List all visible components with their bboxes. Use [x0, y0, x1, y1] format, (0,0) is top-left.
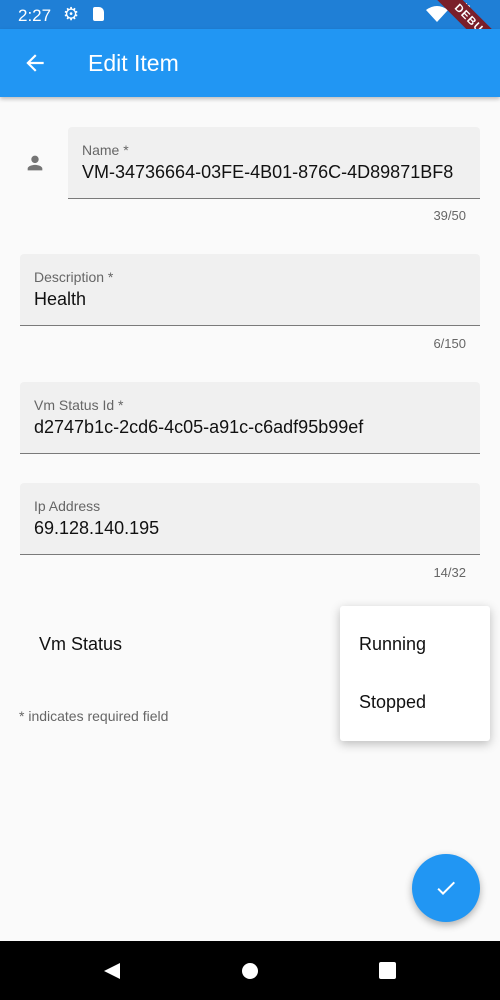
nav-back-icon[interactable] — [103, 962, 121, 980]
vm-status-dropdown-menu: Running Stopped — [340, 606, 490, 741]
name-counter: 39/50 — [433, 208, 466, 223]
status-time: 2:27 — [18, 6, 52, 25]
name-field-label: Name * — [82, 142, 129, 158]
check-icon — [437, 881, 455, 895]
person-icon — [27, 155, 43, 171]
ip-address-field-label: Ip Address — [34, 498, 101, 514]
ip-address-counter: 14/32 — [433, 565, 466, 580]
sd-card-icon — [93, 7, 104, 21]
description-field-value: Health — [34, 289, 87, 309]
system-nav-bar — [0, 941, 500, 1000]
page-title: Edit Item — [88, 50, 179, 76]
status-bar: 2:27 ⚙ DEBUG — [0, 0, 500, 71]
menu-item-running[interactable]: Running — [359, 634, 426, 655]
vm-status-label: Vm Status — [39, 634, 123, 654]
settings-gear-icon: ⚙ — [63, 4, 80, 24]
description-field[interactable]: Description * Health — [20, 254, 480, 326]
save-fab-button[interactable] — [412, 854, 480, 922]
ip-address-field[interactable]: Ip Address 69.128.140.195 — [20, 483, 480, 555]
vm-status-id-field[interactable]: Vm Status Id * d2747b1c-2cd6-4c05-a91c-c… — [20, 382, 480, 454]
wifi-icon — [426, 6, 448, 22]
ip-address-field-value: 69.128.140.195 — [34, 518, 160, 538]
name-field-value: VM-34736664-03FE-4B01-876C-4D89871BF8 — [82, 162, 454, 182]
back-arrow-icon[interactable] — [22, 50, 48, 76]
menu-item-stopped[interactable]: Stopped — [359, 692, 426, 713]
description-counter: 6/150 — [433, 336, 466, 351]
vm-status-id-field-label: Vm Status Id * — [34, 397, 124, 413]
app-bar: Edit Item — [0, 29, 500, 97]
nav-recents-icon[interactable] — [379, 962, 396, 979]
nav-home-icon[interactable] — [241, 962, 259, 980]
description-field-label: Description * — [34, 269, 114, 285]
required-field-note: * indicates required field — [19, 708, 169, 724]
name-field[interactable]: Name * VM-34736664-03FE-4B01-876C-4D8987… — [68, 127, 480, 199]
vm-status-id-field-value: d2747b1c-2cd6-4c05-a91c-c6adf95b99ef — [34, 417, 364, 437]
